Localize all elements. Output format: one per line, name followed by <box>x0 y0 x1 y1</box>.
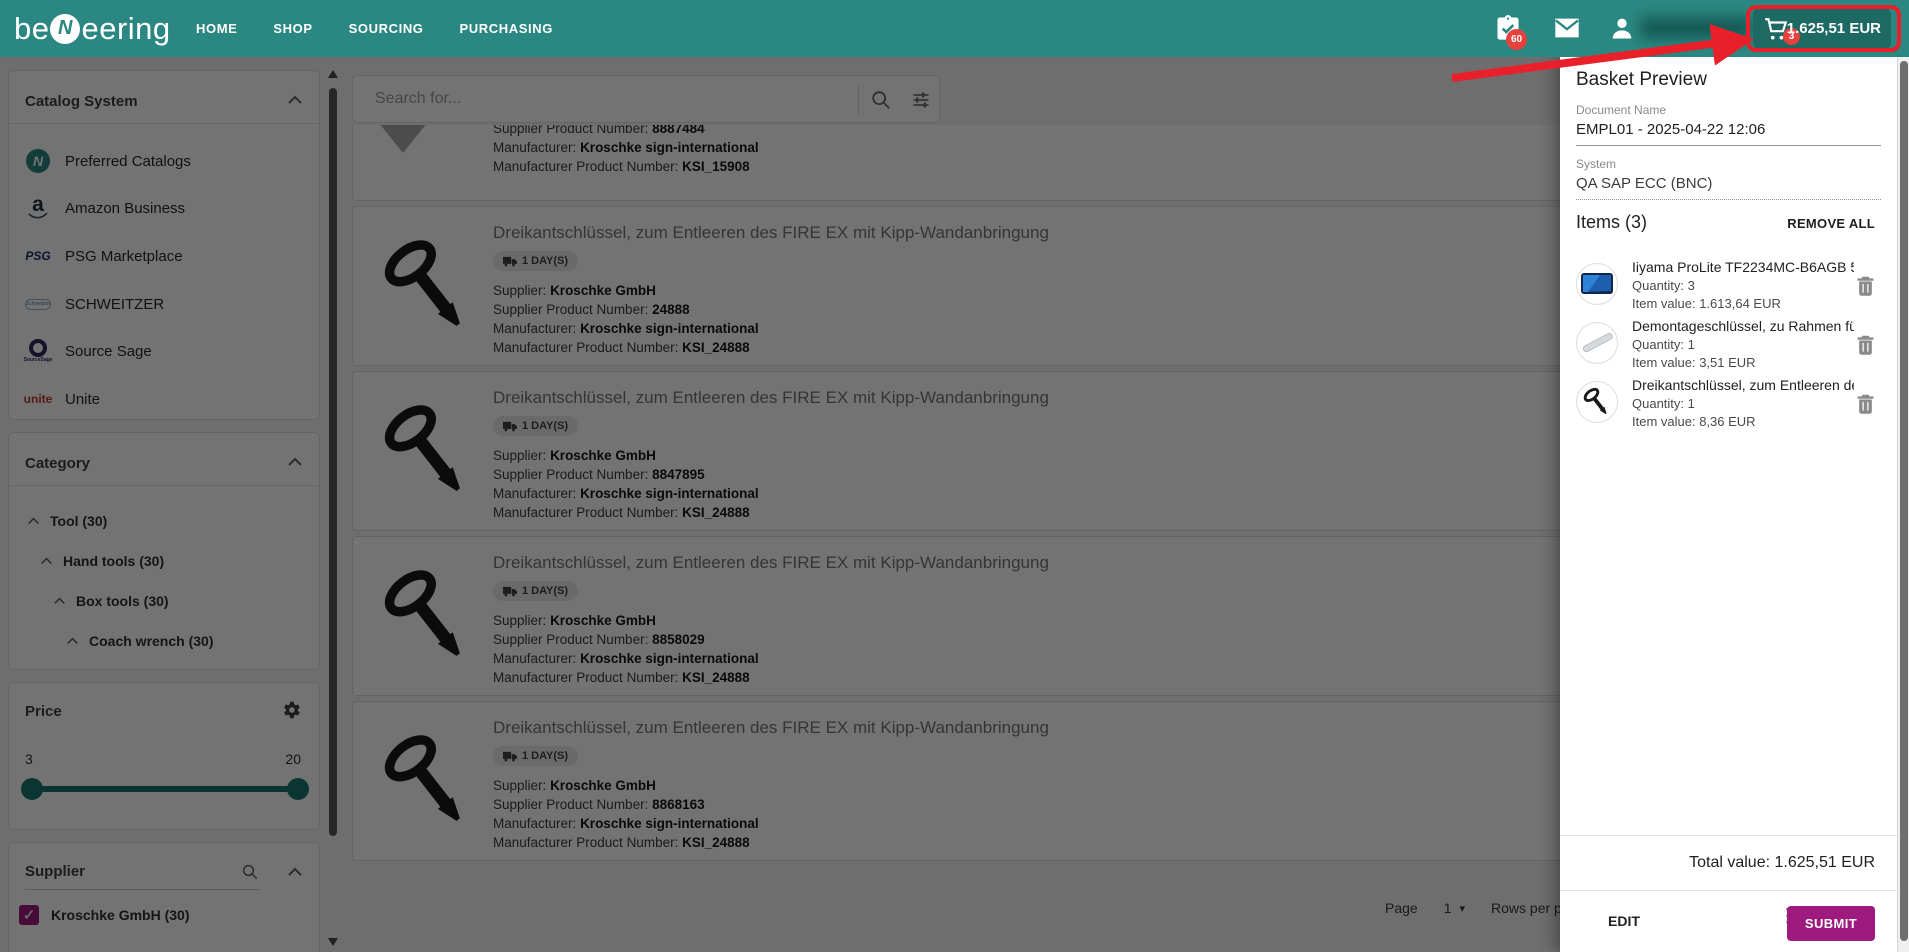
app-window: be Neering HOME SHOP SOURCING PURCHASING … <box>0 0 1909 952</box>
document-name-label: Document Name <box>1576 103 1667 117</box>
annotation-arrow-head <box>1709 18 1757 66</box>
basket-item-name: Demontageschlüssel, zu Rahmen fü... <box>1632 318 1854 334</box>
main-nav: HOME SHOP SOURCING PURCHASING <box>196 0 553 57</box>
basket-item-image-rod <box>1576 322 1618 364</box>
basket-item-image-monitor <box>1576 263 1618 305</box>
nav-shop[interactable]: SHOP <box>273 21 312 36</box>
basket-preview-title: Basket Preview <box>1576 69 1707 90</box>
nav-purchasing[interactable]: PURCHASING <box>460 21 553 36</box>
scrollbar-thumb[interactable] <box>1900 61 1908 941</box>
nav-home[interactable]: HOME <box>196 21 237 36</box>
modal-dim-overlay[interactable] <box>0 57 1560 952</box>
basket-total: Total value: 1.625,51 EUR <box>1689 854 1875 871</box>
basket-item-value: Item value: 3,51 EUR <box>1632 355 1756 370</box>
basket-item-quantity: Quantity: 1 <box>1632 396 1695 411</box>
basket-item[interactable]: Demontageschlüssel, zu Rahmen fü... Quan… <box>1576 316 1887 375</box>
basket-total-row: Total value: 1.625,51 EUR <box>1560 835 1897 890</box>
remove-all-button[interactable]: REMOVE ALL <box>1787 216 1875 231</box>
logo-text-post: eering <box>81 10 171 46</box>
app-header: be Neering HOME SHOP SOURCING PURCHASING … <box>0 0 1909 57</box>
trash-icon[interactable] <box>1856 275 1875 296</box>
mail-icon[interactable] <box>1553 14 1581 42</box>
user-icon[interactable] <box>1608 14 1636 42</box>
logo-text-pre: be <box>14 10 50 46</box>
basket-item[interactable]: Dreikantschlüssel, zum Entleeren de... Q… <box>1576 375 1887 434</box>
logo-n-icon: N <box>50 13 81 44</box>
nav-sourcing[interactable]: SOURCING <box>349 21 424 36</box>
document-name-field[interactable]: EMPL01 - 2025-04-22 12:06 <box>1576 121 1881 146</box>
basket-footer: EDIT ⋮ SUBMIT <box>1560 890 1897 952</box>
basket-item-name: Iiyama ProLite TF2234MC-B6AGB 5... <box>1632 259 1854 275</box>
beneering-logo[interactable]: be Neering <box>14 0 171 57</box>
annotation-highlight-rect <box>1746 5 1901 52</box>
page-scrollbar[interactable] <box>1897 57 1909 952</box>
basket-item-image-key <box>1576 381 1618 423</box>
basket-item[interactable]: Iiyama ProLite TF2234MC-B6AGB 5... Quant… <box>1576 257 1887 316</box>
basket-preview-panel: Basket Preview Document Name EMPL01 - 20… <box>1560 57 1897 952</box>
submit-button[interactable]: SUBMIT <box>1787 906 1875 941</box>
basket-item-quantity: Quantity: 1 <box>1632 337 1695 352</box>
system-label: System <box>1576 157 1617 171</box>
basket-item-value: Item value: 8,36 EUR <box>1632 414 1756 429</box>
tasks-badge: 60 <box>1506 29 1527 50</box>
basket-item-quantity: Quantity: 3 <box>1632 278 1695 293</box>
trash-icon[interactable] <box>1856 393 1875 414</box>
items-header: Items (3) <box>1576 212 1648 232</box>
basket-item-value: Item value: 1.613,64 EUR <box>1632 296 1781 311</box>
system-field: QA SAP ECC (BNC) <box>1576 175 1881 200</box>
basket-item-name: Dreikantschlüssel, zum Entleeren de... <box>1632 377 1854 393</box>
edit-button[interactable]: EDIT <box>1608 913 1640 929</box>
trash-icon[interactable] <box>1856 334 1875 355</box>
